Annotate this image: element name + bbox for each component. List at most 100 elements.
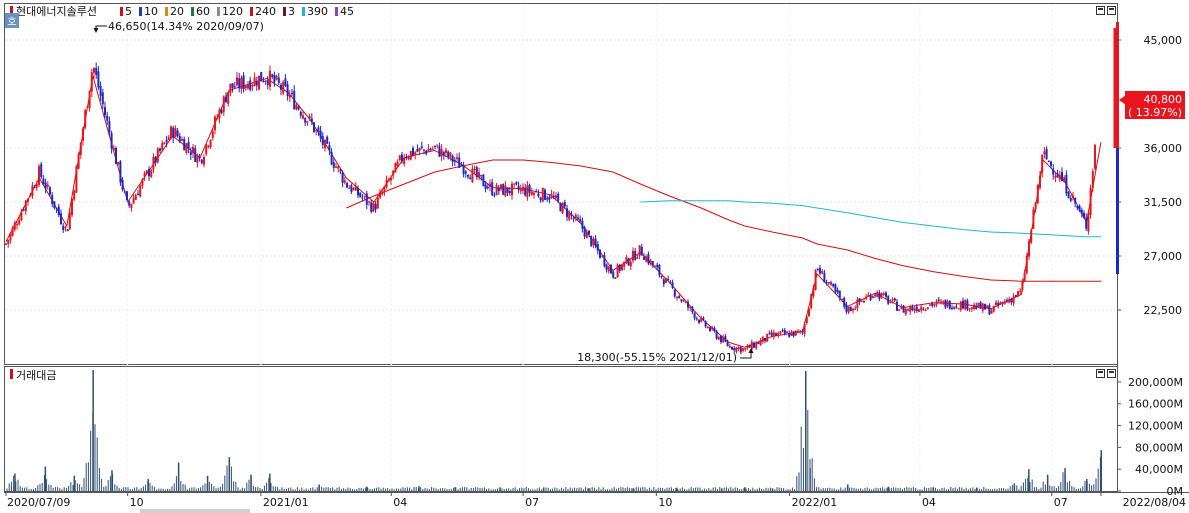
candle-body: [984, 304, 986, 310]
volume-bar: [787, 489, 789, 491]
volume-bar: [921, 489, 923, 491]
price-panel-close-button[interactable]: [1107, 6, 1116, 15]
candle-body: [995, 302, 997, 305]
volume-bar: [448, 489, 450, 491]
candle-body: [350, 185, 353, 193]
candle-body: [882, 293, 885, 295]
volume-spike: [932, 487, 934, 491]
candle-body: [1036, 184, 1039, 203]
ma-legend-label[interactable]: 240: [255, 5, 276, 18]
candle-body: [964, 300, 967, 310]
volume-spike: [366, 486, 368, 491]
candle-body: [471, 168, 474, 183]
candle-body: [948, 301, 951, 309]
candle-body: [335, 166, 337, 168]
volume-bar: [681, 487, 683, 491]
ma-legend-label[interactable]: 5: [125, 5, 132, 18]
volume-spike: [499, 487, 501, 491]
candle-body: [788, 332, 791, 337]
volume-spike: [847, 484, 849, 491]
volume-bar: [338, 487, 340, 491]
candle-body: [865, 296, 868, 299]
candle-body: [706, 327, 709, 329]
volume-spike: [73, 475, 76, 491]
volume-bar: [1051, 486, 1053, 491]
candle-body: [394, 163, 397, 173]
ma-legend-label[interactable]: 45: [340, 5, 354, 18]
price-panel-minimize-button[interactable]: [1096, 6, 1105, 15]
volume-bar: [571, 488, 573, 491]
candle-body: [634, 251, 637, 260]
ma-legend-label[interactable]: 20: [170, 5, 184, 18]
candle-body: [535, 191, 538, 193]
volume-bar: [294, 489, 296, 491]
volume-bar: [285, 488, 287, 491]
volume-bar: [81, 487, 83, 491]
candle-body: [156, 148, 159, 163]
volume-panel-minimize-button[interactable]: [1096, 369, 1105, 378]
volume-bar: [461, 487, 463, 491]
candle-body: [453, 159, 456, 162]
volume-bar: [514, 487, 516, 491]
candle-body: [29, 195, 32, 197]
volume-bar: [391, 488, 393, 491]
candle-body: [687, 302, 689, 308]
candle-body: [108, 121, 111, 133]
ma-legend-label[interactable]: 390: [307, 5, 328, 18]
candle-body: [878, 292, 881, 300]
volume-tick-label: 120,000M: [1128, 420, 1183, 433]
candle-body: [834, 284, 837, 292]
volume-bar: [657, 487, 659, 491]
candle-body: [370, 202, 373, 212]
volume-bar: [450, 489, 452, 491]
volume-bar: [1049, 485, 1051, 491]
ma-legend-label[interactable]: 120: [222, 5, 243, 18]
timeline-scroll-thumb[interactable]: [140, 509, 250, 513]
volume-bar: [19, 486, 21, 491]
volume-bar: [393, 489, 395, 491]
volume-bar: [1073, 487, 1075, 491]
volume-bar: [838, 489, 840, 491]
candle-body: [552, 195, 555, 198]
candle-body: [1008, 299, 1011, 303]
volume-bar: [556, 488, 558, 491]
volume-spike: [177, 462, 180, 491]
candle-body: [986, 305, 989, 309]
volume-bar: [303, 489, 305, 491]
ma-legend-label[interactable]: 60: [196, 5, 210, 18]
candle-body: [691, 307, 694, 313]
volume-bar: [475, 486, 477, 491]
volume-bar: [745, 488, 747, 491]
candle-body: [145, 170, 148, 174]
ma-legend-label[interactable]: 10: [144, 5, 158, 18]
candle-body: [154, 156, 157, 163]
volume-bar: [668, 487, 670, 491]
volume-bar: [756, 488, 758, 491]
candle-body: [209, 139, 212, 147]
volume-bar: [1069, 480, 1071, 491]
candle-body: [893, 298, 896, 301]
volume-bar: [281, 487, 283, 491]
volume-panel-close-button[interactable]: [1107, 369, 1116, 378]
volume-bar: [402, 487, 404, 491]
ma-legend-swatch: [165, 7, 168, 16]
candle-body: [328, 145, 331, 151]
candle-body: [528, 185, 531, 193]
volume-bar: [8, 483, 10, 491]
volume-bar: [1005, 488, 1007, 491]
x-tick-label: 07: [525, 496, 539, 509]
candle-body: [112, 148, 115, 151]
candle-body: [737, 347, 740, 349]
candle-body: [836, 289, 839, 293]
volume-bar: [1040, 487, 1042, 491]
volume-bar: [48, 484, 50, 491]
ma-legend-label[interactable]: 3: [288, 5, 295, 18]
volume-bar: [114, 484, 116, 491]
candle-body: [889, 302, 892, 304]
candle-body: [77, 154, 80, 169]
candle-body: [830, 282, 832, 285]
volume-bar: [1095, 478, 1097, 491]
candle-body: [860, 300, 863, 302]
candle-body: [253, 77, 256, 86]
volume-bar: [998, 488, 1000, 491]
